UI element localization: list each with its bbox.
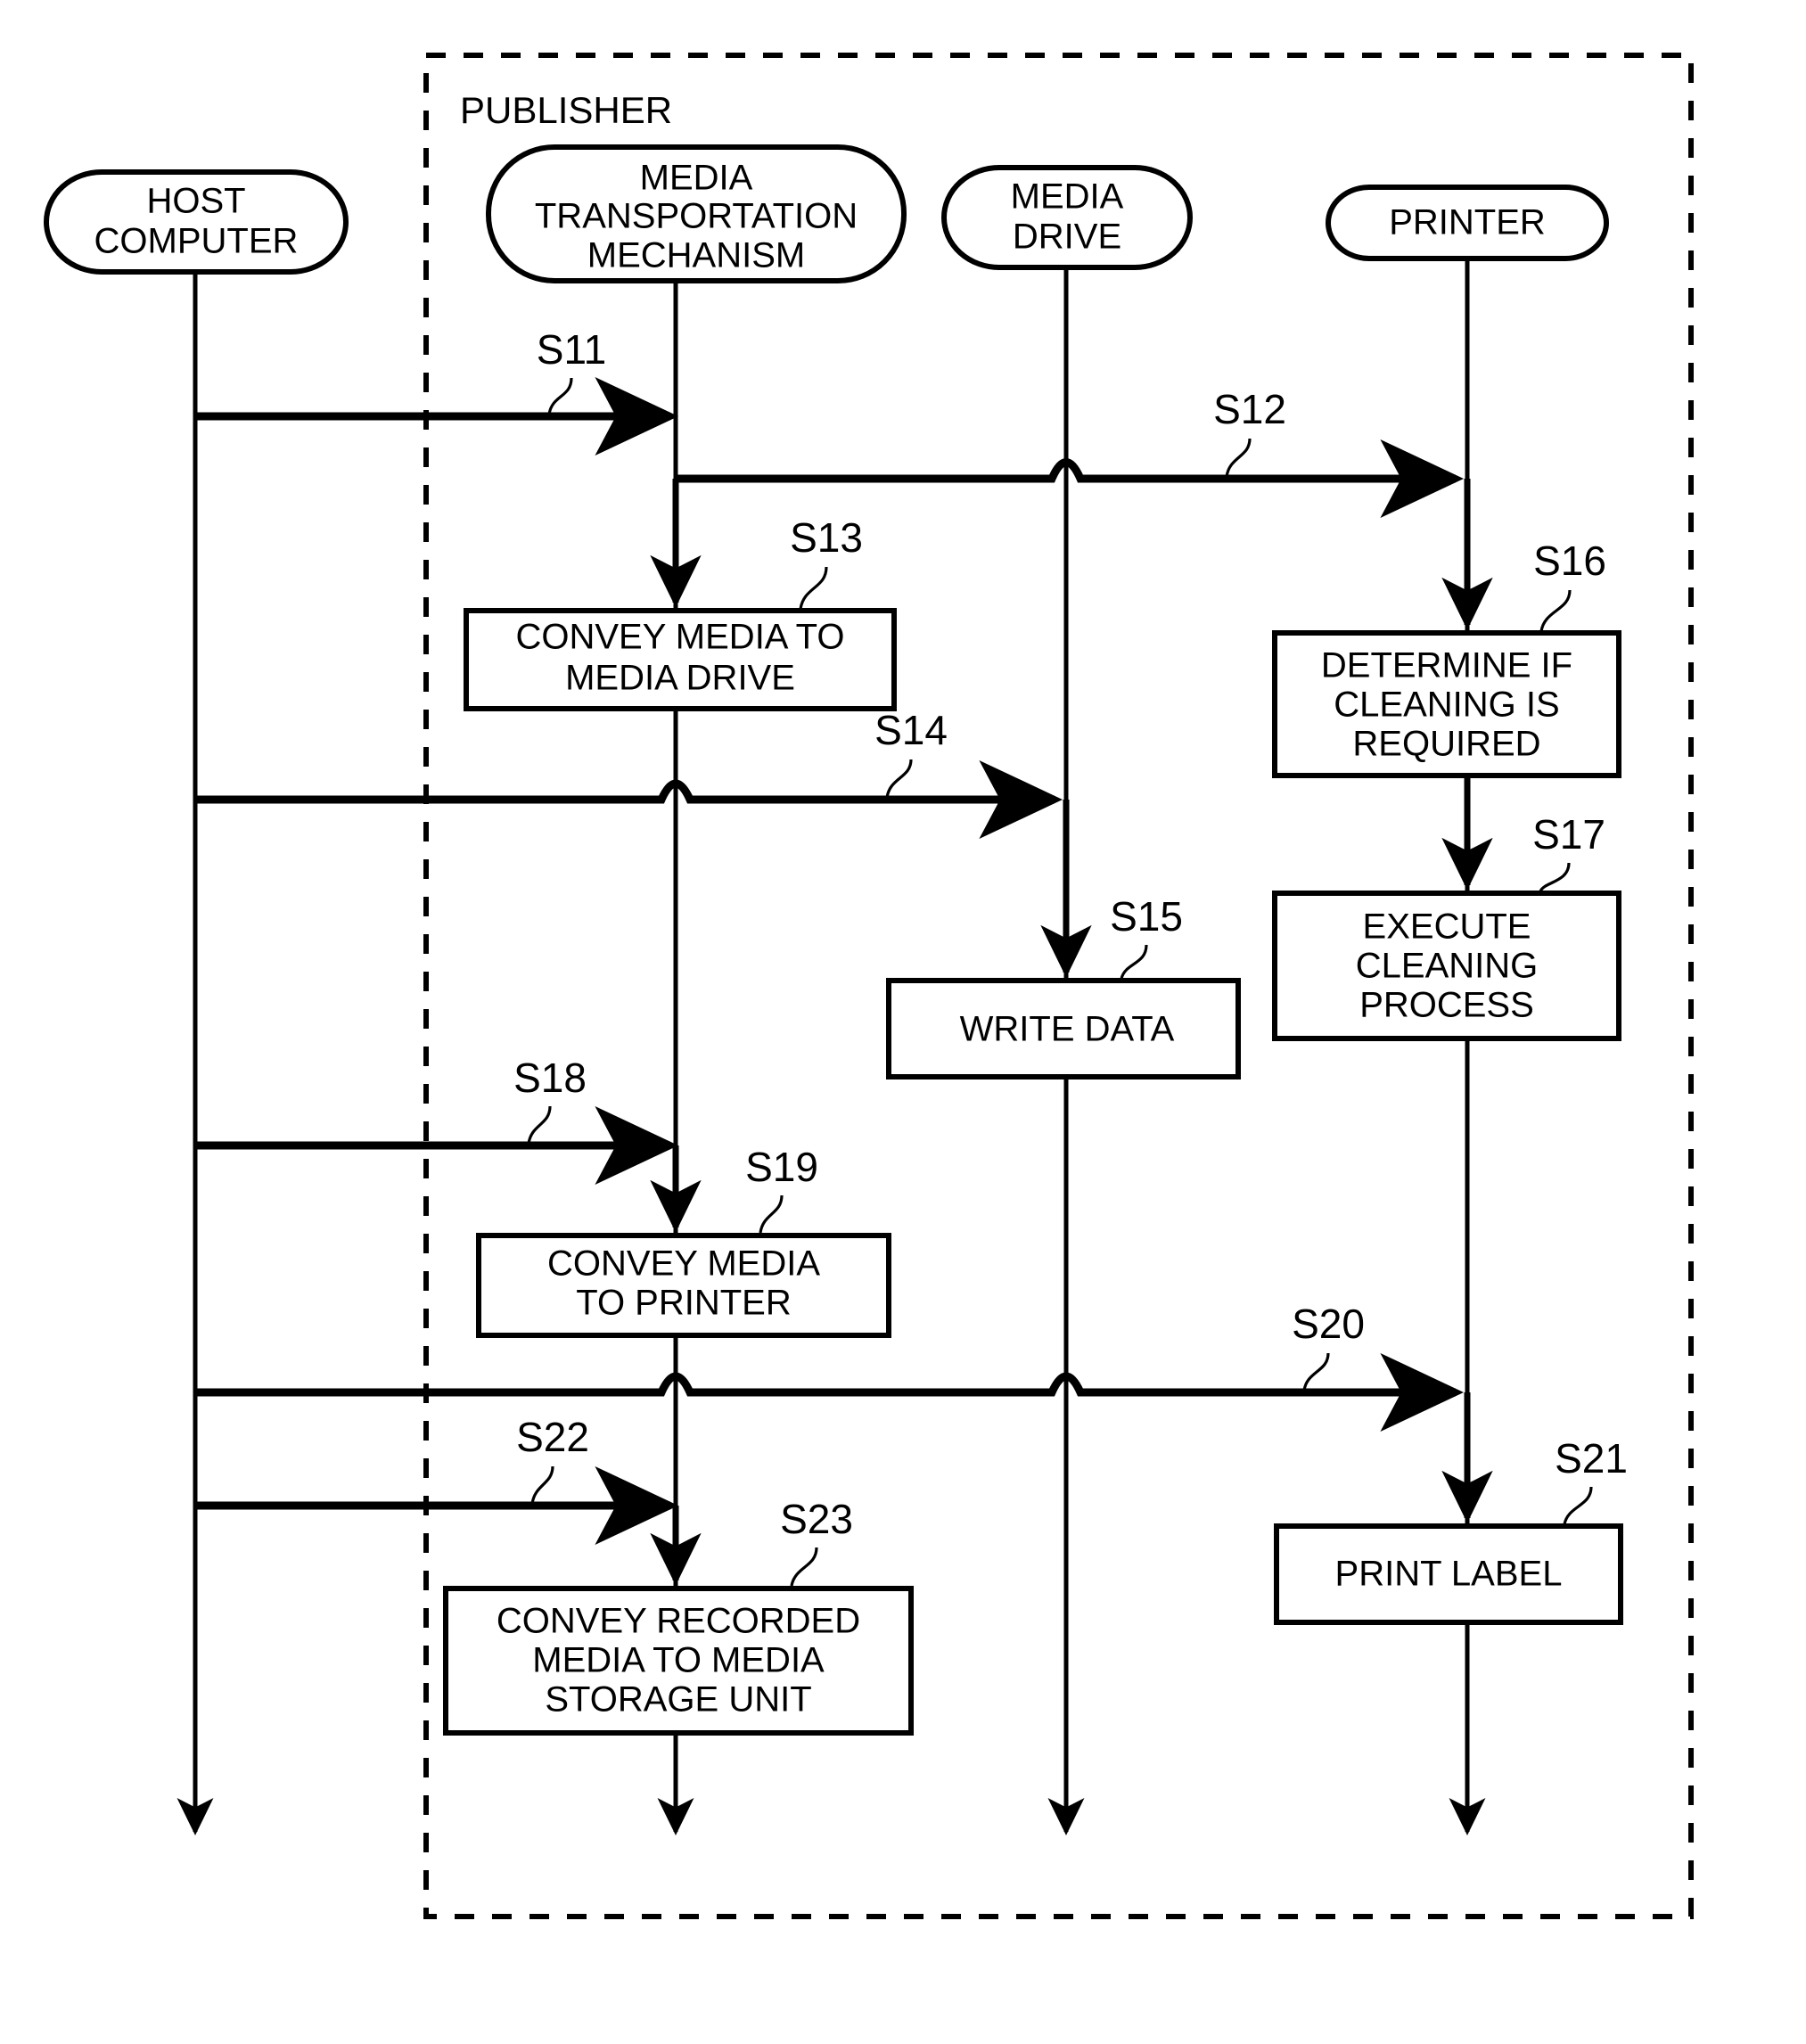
process-box-s23-line1: CONVEY RECORDED [497, 1602, 860, 1641]
step-label-s21: S21 [1555, 1435, 1628, 1482]
step-label-s11: S11 [537, 326, 606, 373]
actor-mtm-label-line1: MEDIA [640, 159, 753, 198]
leader-line-s13 [799, 566, 828, 610]
process-box-s23-line3: STORAGE UNIT [545, 1680, 811, 1720]
leader-line-s21 [1563, 1486, 1593, 1525]
message-arrow-s20 [197, 1352, 1465, 1432]
step-label-s19: S19 [745, 1144, 818, 1190]
leader-line-s23 [790, 1547, 818, 1587]
leader-line-s17 [1539, 862, 1571, 892]
leader-line-s20 [1302, 1352, 1330, 1391]
process-box-s13-line1: CONVEY MEDIA TO [515, 618, 844, 657]
actor-mtm-label-line3: MECHANISM [587, 236, 805, 275]
process-box-s16-line1: DETERMINE IF [1321, 646, 1572, 685]
leader-line-s12 [1225, 438, 1252, 478]
step-label-s13: S13 [790, 514, 863, 561]
process-box-s17-line2: CLEANING [1356, 947, 1539, 986]
leader-line-s15 [1120, 944, 1148, 980]
actor-media-drive-label-line1: MEDIA [1011, 177, 1124, 217]
message-arrow-s14 [197, 759, 1063, 840]
process-box-s23-line2: MEDIA TO MEDIA [532, 1641, 825, 1680]
process-box-s21-line1: PRINT LABEL [1335, 1555, 1563, 1594]
process-box-s19-line1: CONVEY MEDIA [547, 1244, 820, 1284]
step-label-s18: S18 [513, 1055, 587, 1101]
publisher-group-label: PUBLISHER [460, 89, 672, 131]
actor-host-computer-label-line1: HOST [146, 182, 245, 221]
leader-line-s16 [1539, 589, 1572, 632]
step-label-s15: S15 [1110, 893, 1183, 940]
process-box-s13-line2: MEDIA DRIVE [565, 659, 795, 698]
step-label-s16: S16 [1533, 538, 1606, 584]
leader-line-s18 [527, 1105, 552, 1145]
sequence-diagram-svg: PUBLISHER HOST COMPUTER MEDIA TRANSPORTA… [44, 53, 1694, 1919]
actor-mtm-label-line2: TRANSPORTATION [535, 197, 858, 236]
step-label-s20: S20 [1292, 1301, 1365, 1347]
leader-line-s22 [530, 1465, 554, 1505]
actor-media-drive-label-line2: DRIVE [1013, 218, 1121, 257]
actor-printer-label-line1: PRINTER [1389, 203, 1546, 242]
step-label-s12: S12 [1213, 386, 1286, 432]
process-box-s15-line1: WRITE DATA [960, 1010, 1175, 1049]
step-label-s22: S22 [516, 1414, 589, 1460]
diagram-canvas: PUBLISHER HOST COMPUTER MEDIA TRANSPORTA… [0, 0, 1806, 2044]
process-box-s17-line1: EXECUTE [1363, 907, 1531, 947]
leader-line-s11 [547, 377, 573, 415]
process-box-s16-line2: CLEANING IS [1334, 685, 1559, 725]
step-label-s14: S14 [874, 707, 948, 753]
process-box-s19-line2: TO PRINTER [576, 1284, 792, 1323]
actor-host-computer-label-line2: COMPUTER [94, 222, 299, 261]
process-box-s17-line3: PROCESS [1359, 986, 1534, 1025]
step-label-s23: S23 [780, 1496, 853, 1542]
leader-line-s14 [885, 759, 913, 799]
step-label-s17: S17 [1532, 811, 1605, 858]
leader-line-s19 [759, 1194, 784, 1234]
process-box-s16-line3: REQUIRED [1352, 725, 1540, 764]
